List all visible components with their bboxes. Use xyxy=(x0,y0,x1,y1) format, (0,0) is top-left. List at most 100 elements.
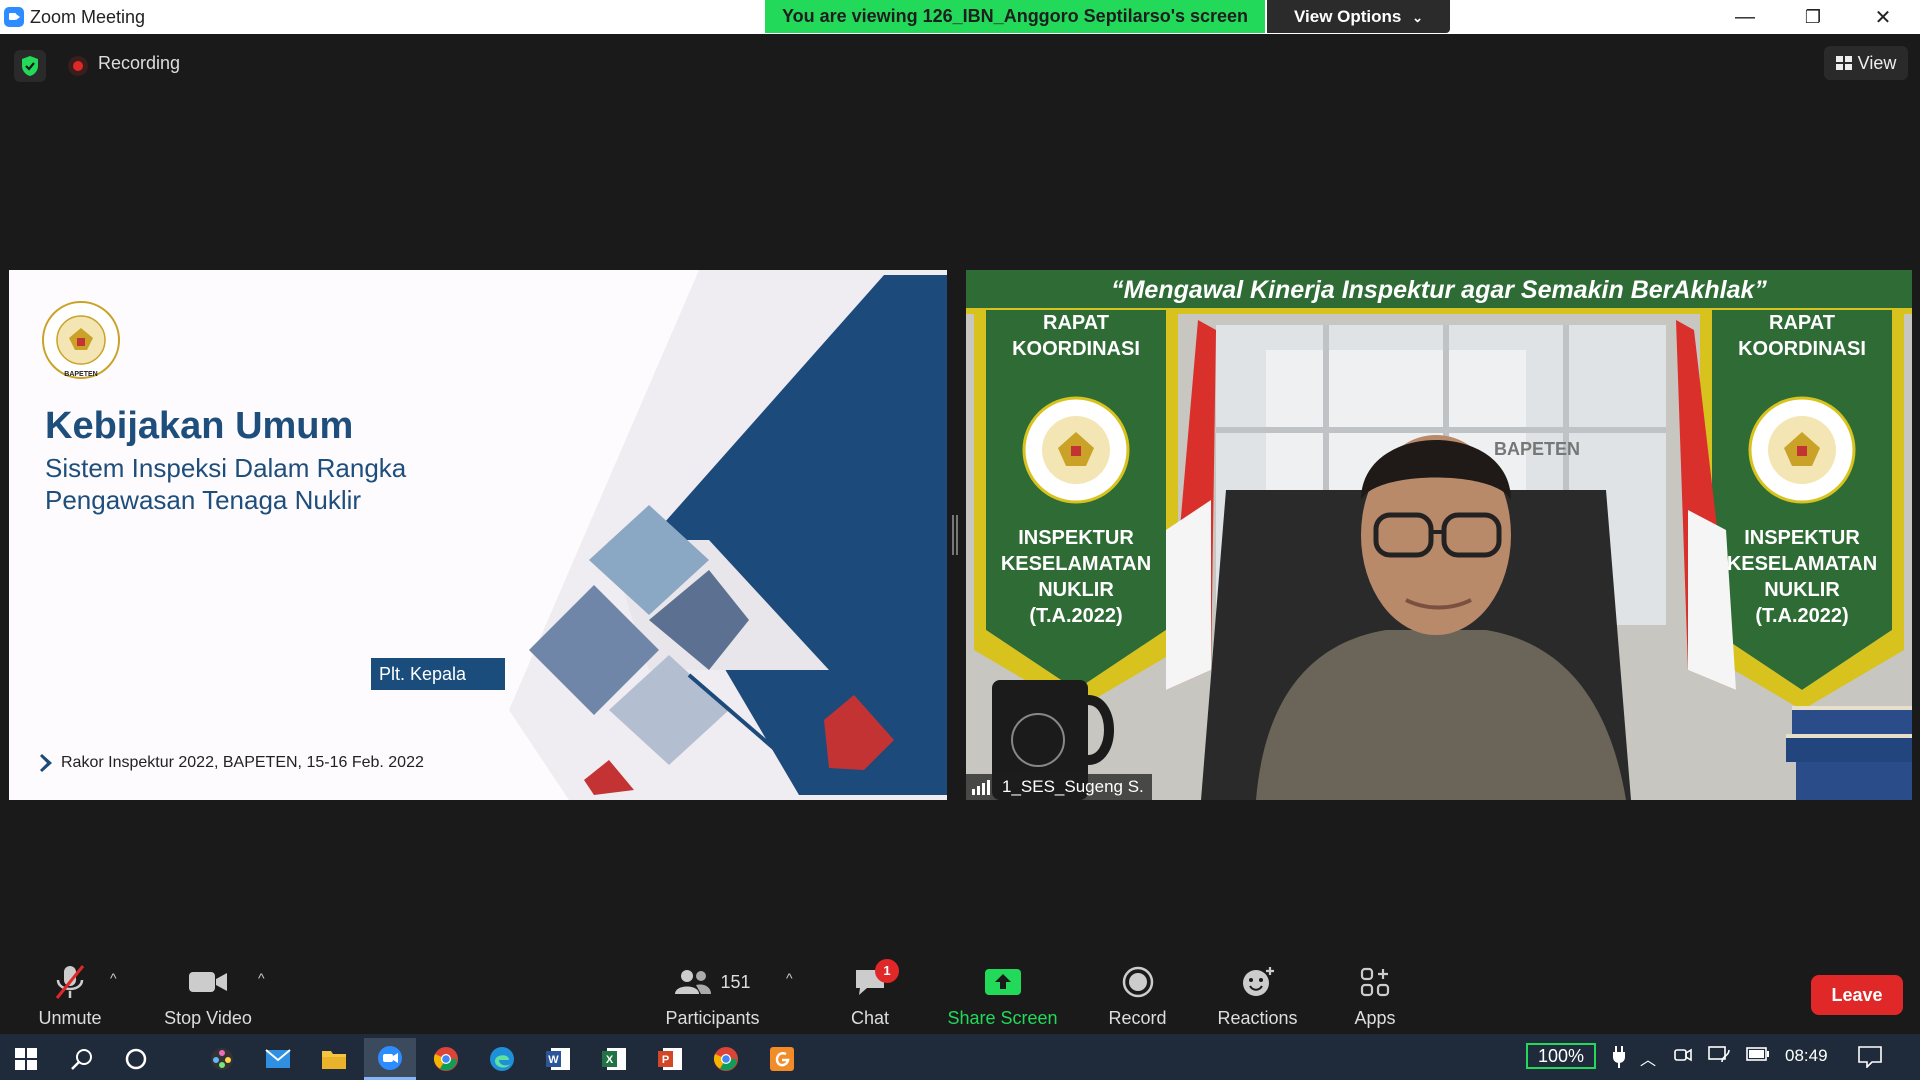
participants-button[interactable]: 151 Participants xyxy=(660,962,765,1029)
mail-icon xyxy=(265,1049,291,1068)
participants-options-caret[interactable]: ^ xyxy=(786,970,793,986)
plt-kepala-label: Plt. Kepala xyxy=(371,658,505,690)
chrome-icon xyxy=(713,1047,738,1071)
audio-options-caret[interactable]: ^ xyxy=(110,970,117,986)
shared-screen-slide: BAPETEN Kebijakan Umum Sistem Inspeksi D… xyxy=(9,270,947,800)
video-options-caret[interactable]: ^ xyxy=(258,970,265,986)
show-hidden-icons-chevron-icon[interactable]: ︿ xyxy=(1640,1046,1656,1070)
chrome-icon xyxy=(433,1047,458,1071)
orange-app-icon xyxy=(770,1047,794,1071)
taskbar-app-zoom[interactable] xyxy=(364,1038,416,1080)
power-plug-icon[interactable] xyxy=(1612,1046,1626,1073)
leave-button[interactable]: Leave xyxy=(1811,975,1903,1015)
slide-footer: Rakor Inspektur 2022, BAPETEN, 15-16 Feb… xyxy=(61,754,424,771)
apps-label: Apps xyxy=(1354,1008,1396,1028)
record-label: Record xyxy=(1108,1008,1167,1028)
clock-time[interactable]: 08:49 xyxy=(1785,1046,1828,1066)
windows-start-button[interactable] xyxy=(0,1038,52,1080)
stop-video-button[interactable]: Stop Video xyxy=(158,962,258,1029)
taskbar-app-orange[interactable] xyxy=(756,1038,808,1080)
minimize-button[interactable]: — xyxy=(1710,0,1780,34)
window-title: Zoom Meeting xyxy=(30,7,146,27)
close-button[interactable]: ✕ xyxy=(1848,0,1918,34)
task-view-button[interactable] xyxy=(110,1038,162,1080)
right-banner-bottom: INSPEKTUR KESELAMATAN NUKLIR (T.A.2022) xyxy=(1726,527,1878,627)
shield-icon xyxy=(22,56,38,76)
apps-button[interactable]: Apps xyxy=(1345,962,1405,1029)
bapeten-logo: BAPETEN xyxy=(42,301,120,379)
record-icon xyxy=(1122,966,1153,998)
notification-center-icon[interactable] xyxy=(1858,1046,1882,1073)
svg-text:BAPETEN: BAPETEN xyxy=(64,371,97,378)
view-options-button[interactable]: View Options ⌄ xyxy=(1267,0,1450,33)
battery-percentage[interactable]: 100% xyxy=(1526,1043,1596,1069)
slide-subtitle-line-2: Pengawasan Tenaga Nuklir xyxy=(45,485,362,515)
svg-text:P: P xyxy=(662,1054,669,1066)
taskbar-app-file-explorer[interactable] xyxy=(308,1038,360,1080)
title-bar: Zoom Meeting You are viewing 126_IBN_Ang… xyxy=(0,0,1920,34)
participant-name-tag: 1_SES_Sugeng S. xyxy=(966,774,1152,800)
video-camera-icon xyxy=(189,972,227,992)
view-button-label: View xyxy=(1857,52,1897,73)
folder-icon xyxy=(322,1051,346,1069)
view-options-label: View Options xyxy=(1293,7,1402,26)
taskbar-app-mail[interactable] xyxy=(252,1038,304,1080)
recording-indicator-icon xyxy=(68,56,88,76)
connection-signal-icon xyxy=(972,780,990,795)
building-sign-text: BAPETEN xyxy=(1494,439,1580,459)
taskbar-app-powerpoint[interactable]: P xyxy=(644,1038,696,1080)
reactions-label: Reactions xyxy=(1217,1008,1298,1028)
excel-icon: X xyxy=(602,1048,626,1070)
participants-icon xyxy=(675,970,712,994)
record-button[interactable]: Record xyxy=(1100,962,1175,1029)
split-view-resize-handle[interactable] xyxy=(952,515,958,555)
recording-label: Recording xyxy=(98,53,181,73)
encryption-shield-button[interactable] xyxy=(14,50,46,82)
taskbar-app-media[interactable] xyxy=(196,1038,248,1080)
slide-decoration xyxy=(509,270,947,800)
smiley-reaction-icon xyxy=(1242,967,1274,996)
taskbar-app-edge[interactable] xyxy=(476,1038,528,1080)
grid-view-icon xyxy=(1835,56,1852,70)
svg-text:W: W xyxy=(548,1054,559,1066)
share-screen-label: Share Screen xyxy=(947,1008,1058,1028)
chat-label: Chat xyxy=(850,1008,890,1028)
taskbar-app-word[interactable]: W xyxy=(532,1038,584,1080)
left-banner-top: RAPAT KOORDINASI xyxy=(1012,312,1140,360)
stop-video-label: Stop Video xyxy=(164,1008,252,1028)
network-icon[interactable] xyxy=(1708,1046,1730,1069)
reactions-button[interactable]: Reactions xyxy=(1210,962,1305,1029)
slide-title: Kebijakan Umum xyxy=(45,405,354,447)
taskbar-app-chrome[interactable] xyxy=(420,1038,472,1080)
taskbar-app-excel[interactable]: X xyxy=(588,1038,640,1080)
film-reel-icon xyxy=(211,1048,233,1070)
search-icon xyxy=(71,1049,92,1070)
left-banner-bottom: INSPEKTUR KESELAMATAN NUKLIR (T.A.2022) xyxy=(1000,527,1152,627)
view-button[interactable]: View xyxy=(1824,46,1908,80)
chevron-right-icon xyxy=(40,754,52,772)
slide-subtitle: Sistem Inspeksi Dalam Rangka Pengawasan … xyxy=(45,452,515,516)
restore-button[interactable]: ❐ xyxy=(1778,0,1848,34)
participants-label: Participants xyxy=(665,1008,760,1028)
chevron-down-icon: ⌄ xyxy=(1412,10,1423,25)
participant-video-tile[interactable]: BAPETEN “Mengawal Kinerja Inspektur agar… xyxy=(966,270,1912,800)
taskbar-search-button[interactable] xyxy=(56,1038,108,1080)
battery-icon[interactable] xyxy=(1746,1046,1770,1066)
event-quote-banner: “Mengawal Kinerja Inspektur agar Semakin… xyxy=(1111,276,1767,304)
taskbar-app-chrome-2[interactable] xyxy=(700,1038,752,1080)
svg-text:X: X xyxy=(606,1054,614,1066)
chat-unread-badge: 1 xyxy=(875,959,899,983)
microphone-muted-icon xyxy=(55,965,85,999)
zoom-camera-icon xyxy=(378,1045,402,1070)
unmute-label: Unmute xyxy=(38,1008,102,1028)
unmute-button[interactable]: Unmute xyxy=(30,962,110,1029)
powerpoint-icon: P xyxy=(658,1048,682,1070)
meet-now-icon[interactable] xyxy=(1674,1046,1692,1069)
share-screen-icon xyxy=(984,969,1021,995)
participants-count: 151 xyxy=(720,971,751,992)
apps-icon xyxy=(1360,967,1390,997)
windows-logo-icon xyxy=(15,1048,37,1070)
cortana-circle-icon xyxy=(125,1048,147,1070)
share-screen-button[interactable]: Share Screen xyxy=(945,962,1060,1029)
word-icon: W xyxy=(546,1048,570,1070)
